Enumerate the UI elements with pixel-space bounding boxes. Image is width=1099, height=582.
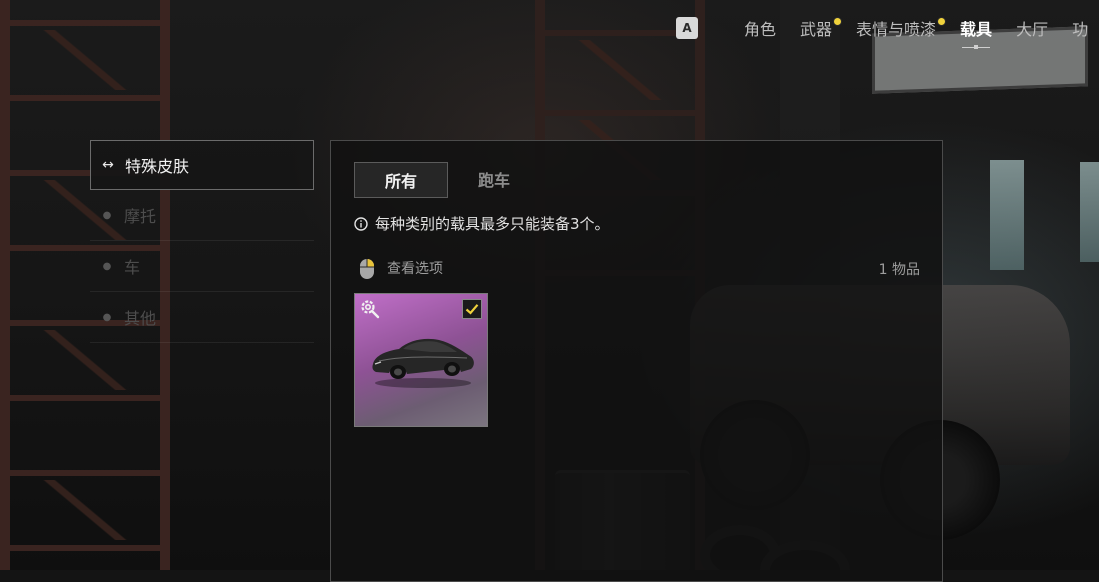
inventory-panel: 所有 跑车 每种类别的载具最多只能装备3个。 查看选项 1 物品 bbox=[330, 140, 943, 582]
notification-dot-icon bbox=[937, 17, 947, 26]
sidebar-item-label: 车 bbox=[124, 258, 141, 277]
nav-tab-emotes-sprays[interactable]: 表情与喷漆 bbox=[856, 16, 947, 40]
sidebar-item-car[interactable]: ● 车 bbox=[90, 241, 314, 292]
nav-tab-vehicles[interactable]: 载具 bbox=[960, 16, 992, 49]
active-tab-underline bbox=[962, 45, 991, 49]
nav-tab-more[interactable]: 功 bbox=[1072, 16, 1088, 40]
category-sidebar: ↔ 特殊皮肤 ● 摩托 ● 车 ● 其他 bbox=[90, 140, 314, 343]
item-count: 1 物品 bbox=[878, 262, 920, 278]
vehicle-skin-card[interactable] bbox=[354, 293, 488, 427]
checkmark-icon bbox=[465, 304, 479, 315]
sidebar-item-label: 摩托 bbox=[124, 207, 157, 226]
sidebar-item-label: 特殊皮肤 bbox=[125, 157, 190, 176]
equip-limit-notice: 每种类别的载具最多只能装备3个。 bbox=[354, 213, 610, 234]
view-options-label: 查看选项 bbox=[387, 261, 443, 277]
info-icon bbox=[354, 216, 368, 231]
double-arrow-icon: ↔ bbox=[102, 157, 114, 173]
sidebar-item-motorcycle[interactable]: ● 摩托 bbox=[90, 190, 314, 241]
tab-all[interactable]: 所有 bbox=[354, 162, 448, 198]
filter-tabs: 所有 跑车 bbox=[354, 162, 540, 198]
notification-dot-icon bbox=[833, 17, 843, 26]
sports-car-image bbox=[372, 338, 474, 379]
sidebar-item-label: 其他 bbox=[124, 309, 157, 328]
settings-search-icon bbox=[361, 300, 380, 319]
sidebar-item-special-skins[interactable]: ↔ 特殊皮肤 bbox=[90, 140, 314, 190]
gamepad-a-key-hint: A bbox=[676, 17, 698, 39]
tab-sports-car[interactable]: 跑车 bbox=[448, 162, 540, 196]
equipped-checkbox[interactable] bbox=[462, 299, 482, 319]
top-nav: A 角色 武器 表情与喷漆 载具 大厅 功 bbox=[676, 14, 1099, 49]
nav-tab-weapons[interactable]: 武器 bbox=[800, 16, 843, 40]
notice-text: 每种类别的载具最多只能装备3个。 bbox=[375, 215, 610, 233]
sidebar-item-other[interactable]: ● 其他 bbox=[90, 292, 314, 343]
bullet-icon: ● bbox=[102, 209, 112, 221]
bullet-icon: ● bbox=[102, 260, 112, 272]
mouse-right-click-icon bbox=[360, 259, 374, 279]
view-options-hint[interactable]: 查看选项 bbox=[359, 256, 443, 280]
nav-tab-character[interactable]: 角色 bbox=[744, 16, 776, 40]
bullet-icon: ● bbox=[102, 311, 112, 323]
nav-tab-lobby[interactable]: 大厅 bbox=[1016, 16, 1048, 40]
